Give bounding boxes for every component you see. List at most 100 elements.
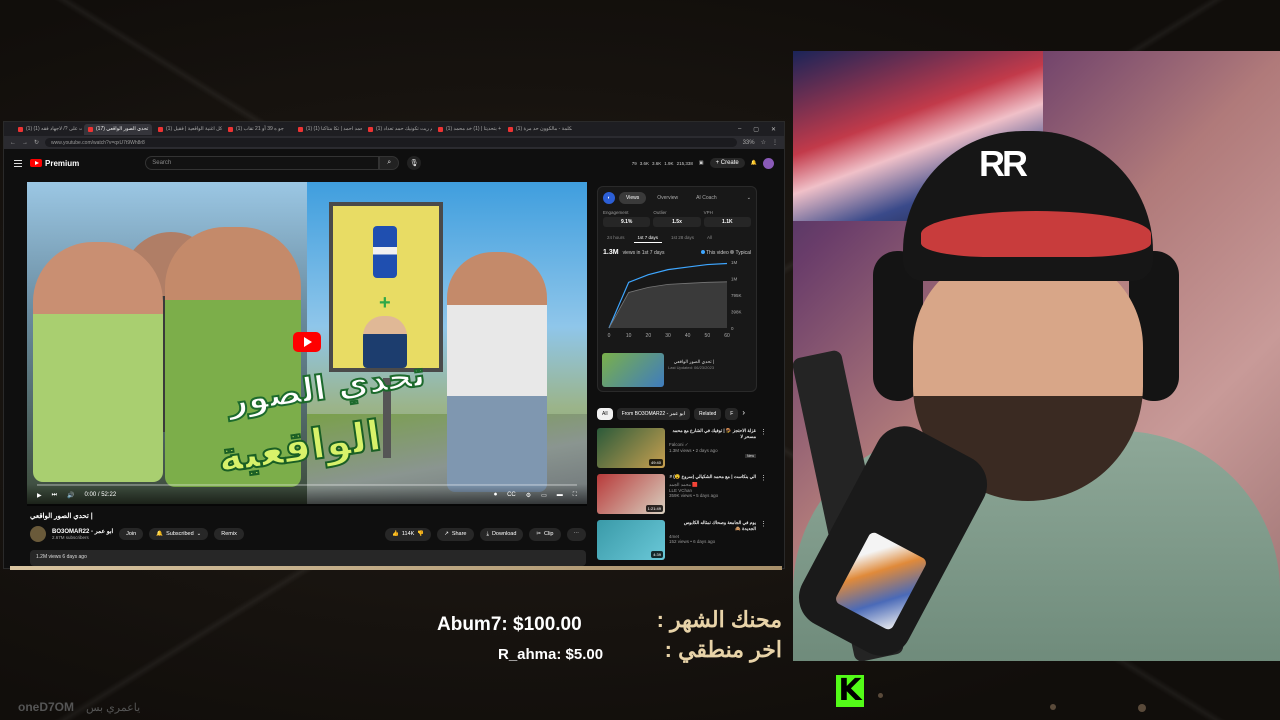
browser-tab[interactable]: (1) توقعات على ?/ لاجهاد فقه (1) xyxy=(14,124,82,135)
webcam-feed: RR xyxy=(793,51,1280,661)
range-tab[interactable]: 1st 28 days xyxy=(667,233,698,243)
clip-button[interactable]: ✂ Clip xyxy=(529,527,561,541)
search-input[interactable]: Search xyxy=(145,156,380,170)
compare-video[interactable]: | تحدي الصور الواقعي Last Updated: 06/23… xyxy=(602,353,752,387)
video-meta: 152 views • 6 days ago xyxy=(669,539,716,544)
decor-dot xyxy=(878,693,883,698)
like-button[interactable]: 👍 114K 👎 xyxy=(385,527,432,541)
forward-icon[interactable]: → xyxy=(22,140,28,146)
volume-icon[interactable]: 🔊 xyxy=(67,492,74,499)
channel-avatar[interactable] xyxy=(30,526,46,542)
range-tab[interactable]: 24 hours xyxy=(603,233,629,243)
views-chart: 0 10 20 30 40 50 60 1M 1M 795K 398K 0 xyxy=(608,260,742,339)
zoom-level[interactable]: 33% xyxy=(743,140,755,146)
search-button[interactable]: ⌕ xyxy=(379,156,400,170)
youtube-logo-text: Premium xyxy=(45,158,80,168)
settings-gear-icon[interactable]: ⚙ xyxy=(526,492,531,499)
download-button[interactable]: ⤓ Download xyxy=(479,527,524,541)
filter-chip[interactable]: Related xyxy=(694,408,722,420)
channel-name[interactable]: BO3OMAR22 - ابو عمر xyxy=(52,528,113,535)
theater-mode-icon[interactable]: ▬ xyxy=(557,492,563,498)
browser-tab[interactable]: (1) تحدي كل اغنية الواقعية | فقيل xyxy=(154,124,222,135)
video-player[interactable]: + تحدي الصور الواقعية xyxy=(27,182,587,504)
range-tab[interactable]: 1st 7 days xyxy=(633,233,663,243)
close-icon[interactable]: ✕ xyxy=(771,126,776,133)
watermark-arabic: ياعمري بس xyxy=(86,702,141,714)
browser-tab[interactable]: (1) تحدي الكلمة - مالكوون حد مرة xyxy=(504,124,572,135)
chevron-down-icon[interactable]: ⌄ xyxy=(747,195,751,201)
range-tab[interactable]: All xyxy=(703,233,716,243)
notification-bell-icon[interactable]: 🔔 xyxy=(751,160,757,166)
metric-label: Engagement xyxy=(603,210,629,215)
create-button[interactable]: + Create xyxy=(709,158,745,168)
recommendation-list: 49:40 غزلة الاحتجز 🪤 | توفيك في الشارع مع… xyxy=(597,428,767,560)
browser-tab[interactable]: (1) جو ه 39 أو 21 تقاب xyxy=(224,124,292,135)
youtube-favicon-icon xyxy=(298,126,303,132)
more-options-icon[interactable]: ⋮ xyxy=(760,520,767,560)
browser-tab-label: (1) جو محمد احمد | تكا متاكنا (1) xyxy=(306,126,362,132)
thumbnail-billboard: + xyxy=(329,202,443,372)
metric-label: VPH xyxy=(703,210,713,215)
maximize-icon[interactable]: ▢ xyxy=(753,126,759,133)
kick-logo-icon: K xyxy=(836,675,864,707)
play-icon[interactable] xyxy=(293,332,321,352)
last-donor-label: اخر منطقي : xyxy=(664,637,782,662)
time-display: 0:00 / 52:22 xyxy=(84,492,117,498)
filter-chip[interactable]: All xyxy=(597,408,613,420)
youtube-logo[interactable]: Premium xyxy=(30,159,79,168)
watermark: oneD7OM xyxy=(18,700,75,714)
recommended-video[interactable]: 49:40 غزلة الاحتجز 🪤 | توفيك في الشارع مع… xyxy=(597,428,767,468)
analytics-tab-overview[interactable]: Overview xyxy=(650,192,685,204)
channel-row: BO3OMAR22 - ابو عمر 2.67M subscribers Jo… xyxy=(30,526,586,542)
legend-this-label: This video xyxy=(705,249,729,256)
miniplayer-icon[interactable]: ▭ xyxy=(541,492,547,499)
minimize-icon[interactable]: – xyxy=(738,126,741,133)
bookmark-icon[interactable]: ☆ xyxy=(761,139,766,146)
soda-can-image xyxy=(373,226,397,278)
more-options-icon[interactable]: ⋮ xyxy=(760,428,767,468)
recommended-video[interactable]: 1:21:49 الي بنكاست | مع محمد الشكيالي (سر… xyxy=(597,474,767,514)
subscribed-button[interactable]: 🔔 Subscribed ⌄ xyxy=(149,528,209,540)
subtitles-icon[interactable]: CC xyxy=(507,492,516,498)
chevron-right-icon[interactable]: › xyxy=(742,408,745,420)
channel-info: BO3OMAR22 - ابو عمر 2.67M subscribers xyxy=(52,528,113,540)
subscriber-count: 2.67M subscribers xyxy=(52,535,89,540)
filter-chip[interactable]: F xyxy=(725,408,739,420)
account-avatar[interactable] xyxy=(763,157,774,169)
legend-this-dot xyxy=(700,249,705,254)
extension-stats[interactable]: 79 3.6K 3.6K 1.9K 215,338 xyxy=(632,161,693,166)
play-button-icon[interactable]: ▶ xyxy=(37,492,42,499)
microphone-icon: 🎙 xyxy=(409,160,419,167)
thumbs-down-icon[interactable]: 👎 xyxy=(417,531,424,537)
voice-search-button[interactable]: 🎙 xyxy=(407,156,422,170)
more-options-icon[interactable]: ⋮ xyxy=(760,474,767,514)
fullscreen-icon[interactable]: ⛶ xyxy=(573,492,577,499)
views-and-date: 1.2M views 6 days ago xyxy=(36,554,87,560)
legend-typical-dot xyxy=(730,249,735,254)
menu-icon[interactable]: ⋮ xyxy=(772,139,778,146)
browser-tab[interactable]: (1) عادتكم ريت تكونيك حمد تعداد xyxy=(364,124,432,135)
hamburger-menu-icon[interactable] xyxy=(14,159,22,167)
browser-tab[interactable]: (1) القيام + بتحديتا | (1) خد محمد xyxy=(434,124,502,135)
share-button[interactable]: ↗ Share xyxy=(437,527,474,541)
analytics-tab-ai-coach[interactable]: AI Coach xyxy=(689,192,724,204)
recommended-video[interactable]: 4:39 يوم في الجامعة وصحاك تمثاله الكابوس … xyxy=(597,520,767,560)
browser-tab[interactable]: (17) تحدي الصور الواقعي xyxy=(84,123,152,135)
back-icon[interactable]: ← xyxy=(10,140,16,146)
description-box[interactable]: 1.2M views 6 days ago xyxy=(30,550,586,566)
extension-icon[interactable]: ▣ xyxy=(699,160,704,166)
next-icon[interactable]: ⏭ xyxy=(52,492,57,499)
remix-button[interactable]: Remix xyxy=(214,528,244,540)
more-actions-button[interactable]: ⋯ xyxy=(566,527,586,541)
join-button[interactable]: Join xyxy=(119,528,144,540)
autoplay-toggle[interactable]: ⏺ xyxy=(494,492,497,499)
filter-chip[interactable]: From BO3OMAR22 - ابو عمر xyxy=(616,408,691,420)
chevron-down-icon: ⌄ xyxy=(196,531,202,537)
analytics-tab-views[interactable]: Views xyxy=(619,192,647,204)
share-label: Share xyxy=(451,531,467,537)
url-field[interactable]: www.youtube.com/watch?v=qxU7t9Wh8r8 xyxy=(45,138,737,147)
reload-icon[interactable]: ↻ xyxy=(34,139,39,146)
top-donor-label: محنك الشهر : xyxy=(656,607,782,632)
browser-tab[interactable]: (1) جو محمد احمد | تكا متاكنا (1) xyxy=(294,124,362,135)
youtube-favicon-icon xyxy=(368,126,373,132)
